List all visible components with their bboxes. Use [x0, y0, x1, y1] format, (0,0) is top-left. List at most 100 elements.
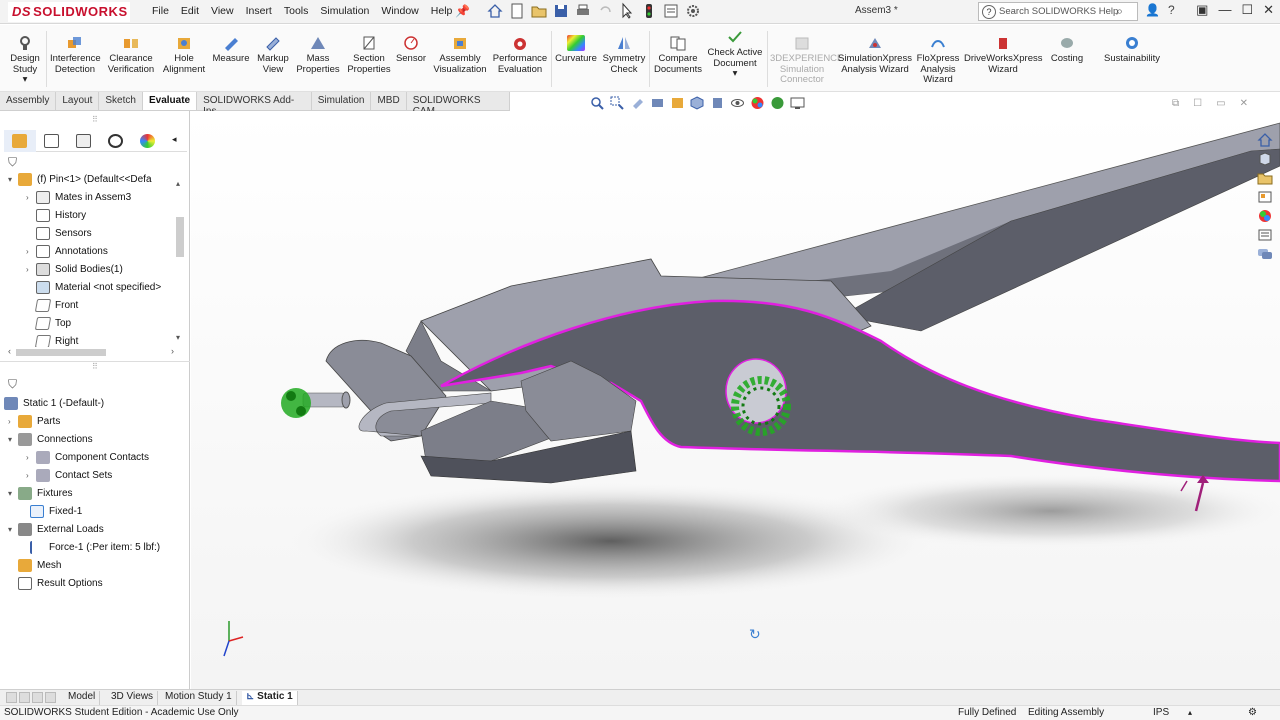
tree-item-pin[interactable]: ▾ (f) Pin<1> (Default<<Defa [8, 171, 152, 188]
sim-filter-icon[interactable]: ⛉ [8, 377, 17, 392]
display-style-icon[interactable] [710, 96, 725, 110]
tree-vertical-scrollbar[interactable] [176, 217, 184, 257]
tree-item-solid-bodies[interactable]: › Solid Bodies(1) [26, 261, 123, 278]
dynamic-annotation-icon[interactable] [670, 96, 685, 110]
expand-arrow-icon[interactable]: › [26, 265, 36, 274]
close-icon[interactable]: ✕ [1263, 2, 1274, 18]
configurationmanager-tab[interactable] [68, 130, 100, 152]
custom-properties-icon[interactable] [1257, 228, 1273, 242]
tab-solidworks-add-ins[interactable]: SOLIDWORKS Add-Ins [197, 92, 312, 117]
expand-arrow-icon[interactable]: › [26, 247, 36, 256]
floxpress-button[interactable]: FloXpress Analysis Wizard [914, 35, 962, 86]
undo-icon[interactable] [596, 2, 614, 20]
save-icon[interactable] [552, 2, 570, 20]
bottom-tab-3d-views[interactable]: 3D Views [107, 691, 159, 705]
menu-tools[interactable]: Tools [278, 4, 315, 18]
edit-appearance-icon[interactable] [750, 96, 765, 110]
tree-horizontal-scrollbar[interactable]: ‹ › [8, 346, 178, 356]
menu-window[interactable]: Window [375, 4, 424, 18]
viewport-close-icon[interactable]: ✕ [1240, 98, 1248, 109]
tile-windows-icon[interactable]: ▣ [1196, 2, 1208, 18]
sim-item-component-contacts[interactable]: › Component Contacts [26, 449, 149, 466]
user-icon[interactable]: 👤 [1145, 3, 1160, 17]
search-icon[interactable]: ⌕ [1116, 4, 1123, 19]
tab-solidworks-cam[interactable]: SOLIDWORKS CAM [407, 92, 510, 117]
help-icon[interactable]: ? [1168, 3, 1175, 17]
dimxpert-tab[interactable] [100, 130, 132, 152]
sensor-button[interactable]: Sensor [394, 35, 428, 65]
menu-file[interactable]: File [146, 4, 175, 18]
expand-arrow-icon[interactable]: › [8, 417, 18, 426]
measure-button[interactable]: Measure [212, 35, 250, 65]
driveworksxpress-button[interactable]: DriveWorksXpress Wizard [964, 35, 1042, 75]
unit-system[interactable]: IPS [1153, 707, 1169, 718]
print-icon[interactable] [574, 2, 592, 20]
sim-item-parts[interactable]: › Parts [8, 413, 60, 430]
search-input[interactable]: ? Search SOLIDWORKS Help ⌕ [978, 2, 1138, 21]
appearances-scenes-icon[interactable] [1257, 209, 1273, 223]
filter-icon[interactable]: ⛉ [8, 155, 17, 170]
expand-arrow-icon[interactable]: ▾ [8, 525, 18, 534]
propertymanager-tab[interactable] [36, 130, 68, 152]
costing-button[interactable]: Costing [1046, 35, 1088, 65]
menu-edit[interactable]: Edit [175, 4, 205, 18]
compare-documents-button[interactable]: Compare Documents [652, 35, 704, 75]
home-icon[interactable] [486, 2, 504, 20]
fixture-marker-pin[interactable] [281, 388, 311, 418]
scroll-down-icon[interactable]: ▾ [176, 333, 180, 342]
expand-arrow-icon[interactable]: › [26, 471, 36, 480]
expand-arrow-icon[interactable]: ▾ [8, 175, 18, 184]
tabs-scroll-left[interactable]: ◂ [164, 130, 184, 152]
scroll-right-icon[interactable]: › [171, 346, 174, 356]
next-tab-icon[interactable] [32, 692, 43, 703]
tree-item-front[interactable]: Front [26, 297, 78, 314]
tree-item-sensors[interactable]: Sensors [26, 225, 92, 242]
performance-evaluation-button[interactable]: Performance Evaluation [492, 35, 548, 75]
markup-view-button[interactable]: Markup View [254, 35, 292, 75]
bottom-tab-motion-study[interactable]: Motion Study 1 [161, 691, 237, 705]
menu-view[interactable]: View [205, 4, 240, 18]
solidworks-logo[interactable]: DS SOLIDWORKS [8, 2, 130, 22]
tab-mbd[interactable]: MBD [371, 92, 407, 110]
sim-item-contact-sets[interactable]: › Contact Sets [26, 467, 112, 484]
view-orientation-icon[interactable] [690, 96, 705, 110]
previous-view-icon[interactable] [630, 96, 645, 110]
hide-show-items-icon[interactable] [730, 96, 745, 110]
viewport-tile-icon[interactable]: ▭ [1216, 98, 1225, 109]
bottom-tab-model[interactable]: Model [64, 691, 101, 705]
mass-properties-button[interactable]: Mass Properties [296, 35, 340, 75]
scrollbar-thumb[interactable] [16, 349, 106, 356]
solidworks-resources-icon[interactable] [1257, 133, 1273, 147]
clearance-verification-button[interactable]: Clearance Verification [106, 35, 156, 75]
expand-arrow-icon[interactable]: › [26, 193, 36, 202]
sim-item-force-1[interactable]: Force-1 (:Per item: 5 lbf:) [30, 539, 160, 556]
simulationxpress-button[interactable]: SimulationXpress Analysis Wizard [838, 35, 912, 75]
tab-simulation[interactable]: Simulation [312, 92, 372, 110]
curvature-button[interactable]: Curvature [554, 35, 598, 65]
section-properties-button[interactable]: Section Properties [346, 35, 392, 75]
interference-detection-button[interactable]: Interference Detection [50, 35, 101, 75]
zoom-to-fit-icon[interactable] [590, 96, 605, 110]
sim-item-static-study[interactable]: Static 1 (-Default-) [4, 395, 104, 412]
expand-arrow-icon[interactable]: › [26, 453, 36, 462]
forum-icon[interactable] [1257, 247, 1273, 261]
expand-arrow-icon[interactable]: ▾ [8, 489, 18, 498]
units-dropdown-icon[interactable]: ▴ [1188, 708, 1192, 717]
new-document-icon[interactable] [508, 2, 526, 20]
scroll-up-icon[interactable]: ▴ [176, 179, 180, 188]
file-explorer-icon[interactable] [1257, 171, 1273, 185]
sim-item-connections[interactable]: ▾ Connections [8, 431, 93, 448]
expand-arrow-icon[interactable]: ▾ [8, 435, 18, 444]
tree-item-material[interactable]: Material <not specified> [26, 279, 161, 296]
pin-icon[interactable]: 📌 [455, 4, 470, 18]
3dexperience-simulation-connector-button[interactable]: 3DEXPERIENCE Simulation Connector [770, 35, 843, 86]
previous-tab-icon[interactable] [19, 692, 30, 703]
open-folder-icon[interactable] [530, 2, 548, 20]
displaymanager-tab[interactable] [132, 130, 164, 152]
graphics-area[interactable]: ↻ [191, 111, 1280, 690]
tab-sketch[interactable]: Sketch [99, 92, 143, 110]
check-active-document-button[interactable]: Check Active Document ▾ [706, 29, 764, 80]
panel-splitter[interactable]: ⠿ [0, 361, 190, 371]
select-arrow-icon[interactable] [618, 2, 636, 20]
tree-item-right[interactable]: Right [26, 333, 78, 347]
